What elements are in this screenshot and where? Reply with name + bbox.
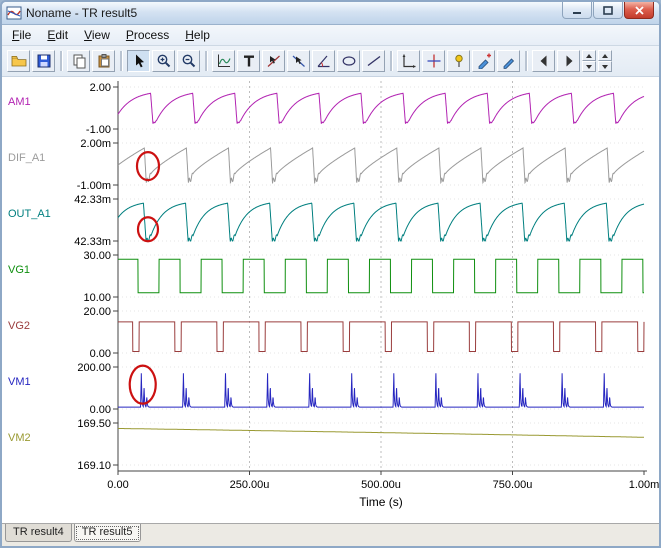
next-page-button[interactable] [557, 50, 580, 72]
y-tick-label: 42.33m [74, 194, 111, 206]
window-title: Noname - TR result5 [26, 6, 138, 20]
open-button[interactable] [7, 50, 30, 72]
paste-button[interactable] [92, 50, 115, 72]
toolbar-separator [390, 51, 392, 71]
x-axis-title: Time (s) [359, 495, 403, 509]
toolbar-separator [525, 51, 527, 71]
maximize-button[interactable] [593, 2, 623, 19]
menu-view[interactable]: View [76, 26, 118, 44]
x-tick-label: 250.00u [230, 479, 270, 491]
pin-tool-button[interactable] [447, 50, 470, 72]
annotation-ellipse-2 [136, 216, 160, 243]
waveform-chart: 2.00 -1.00 AM1 2.00m -1.00m DIF_A1 42.33m 42.33… [8, 81, 659, 509]
y-tick-label: 42.33m [74, 236, 111, 248]
crosshair-tool-button[interactable] [422, 50, 445, 72]
waveform-VM2 [118, 428, 644, 438]
spinner-down-icon[interactable] [582, 61, 596, 72]
save-button[interactable] [32, 50, 55, 72]
toolbar-separator [120, 51, 122, 71]
x-tick-label: 750.00u [493, 479, 533, 491]
tabbar: TR result4 TR result5 [2, 523, 659, 546]
y-tick-label: 169.50 [77, 418, 111, 430]
menu-help[interactable]: Help [177, 26, 218, 44]
copy-button[interactable] [67, 50, 90, 72]
spinner-up-icon[interactable] [598, 50, 612, 61]
select-tool-button[interactable] [127, 50, 150, 72]
marker-add-tool-button[interactable] [472, 50, 495, 72]
text-tool-button[interactable] [237, 50, 260, 72]
y-tick-label: -1.00m [77, 180, 111, 192]
annotation-ellipse-3 [128, 364, 157, 405]
axes-tool-button[interactable] [397, 50, 420, 72]
app-window: Noname - TR result5 File Edit View Proce… [0, 0, 661, 548]
ellipse-tool-button[interactable] [337, 50, 360, 72]
toolbar-separator [60, 51, 62, 71]
toolbar [2, 46, 659, 77]
x-tick-label: 500.00u [361, 479, 401, 491]
autoscale-tool-button[interactable] [212, 50, 235, 72]
chart-area: 2.00 -1.00 AM1 2.00m -1.00m DIF_A1 42.33m 42.33… [2, 77, 659, 523]
y-tick-label: 30.00 [83, 250, 111, 262]
zoom-out-button[interactable] [177, 50, 200, 72]
menu-file[interactable]: File [4, 26, 39, 44]
tab-tr-result5[interactable]: TR result5 [73, 524, 141, 542]
toolbar-separator [205, 51, 207, 71]
menu-process[interactable]: Process [118, 26, 177, 44]
curve-spinner-1[interactable] [582, 50, 596, 72]
plot-label-AM1: AM1 [8, 96, 31, 108]
x-tick-label: 1.00m [629, 479, 659, 491]
y-tick-label: 0.00 [90, 348, 111, 360]
app-icon [6, 5, 22, 21]
titlebar[interactable]: Noname - TR result5 [2, 2, 659, 25]
y-tick-label: 0.00 [90, 404, 111, 416]
minimize-button[interactable] [562, 2, 592, 19]
curve-spinner-2[interactable] [598, 50, 612, 72]
menu-edit[interactable]: Edit [39, 26, 76, 44]
cursor-a-tool-button[interactable] [262, 50, 285, 72]
marker-tool-button[interactable] [497, 50, 520, 72]
cursor-b-tool-button[interactable] [287, 50, 310, 72]
close-button[interactable] [624, 2, 654, 19]
plot-label-OUT_A1: OUT_A1 [8, 208, 51, 220]
plot-label-DIF_A1: DIF_A1 [8, 152, 45, 164]
spinner-down-icon[interactable] [598, 61, 612, 72]
plot-label-VG2: VG2 [8, 320, 30, 332]
menubar: File Edit View Process Help [2, 25, 659, 46]
y-tick-label: 200.00 [77, 362, 111, 374]
plot-label-VM1: VM1 [8, 376, 31, 388]
tab-tr-result4[interactable]: TR result4 [5, 524, 72, 542]
angle-tool-button[interactable] [312, 50, 335, 72]
prev-page-button[interactable] [532, 50, 555, 72]
annotation-ellipse-1 [135, 150, 161, 182]
plot-label-VG1: VG1 [8, 264, 30, 276]
plot-label-VM2: VM2 [8, 432, 31, 444]
spinner-up-icon[interactable] [582, 50, 596, 61]
y-tick-label: 2.00 [90, 82, 111, 94]
line-tool-button[interactable] [362, 50, 385, 72]
y-tick-label: 2.00m [80, 138, 111, 150]
y-tick-label: 20.00 [83, 306, 111, 318]
y-tick-label: 169.10 [77, 460, 111, 472]
y-tick-label: 10.00 [83, 292, 111, 304]
x-tick-label: 0.00 [107, 479, 128, 491]
y-tick-label: -1.00 [86, 124, 111, 136]
zoom-in-button[interactable] [152, 50, 175, 72]
